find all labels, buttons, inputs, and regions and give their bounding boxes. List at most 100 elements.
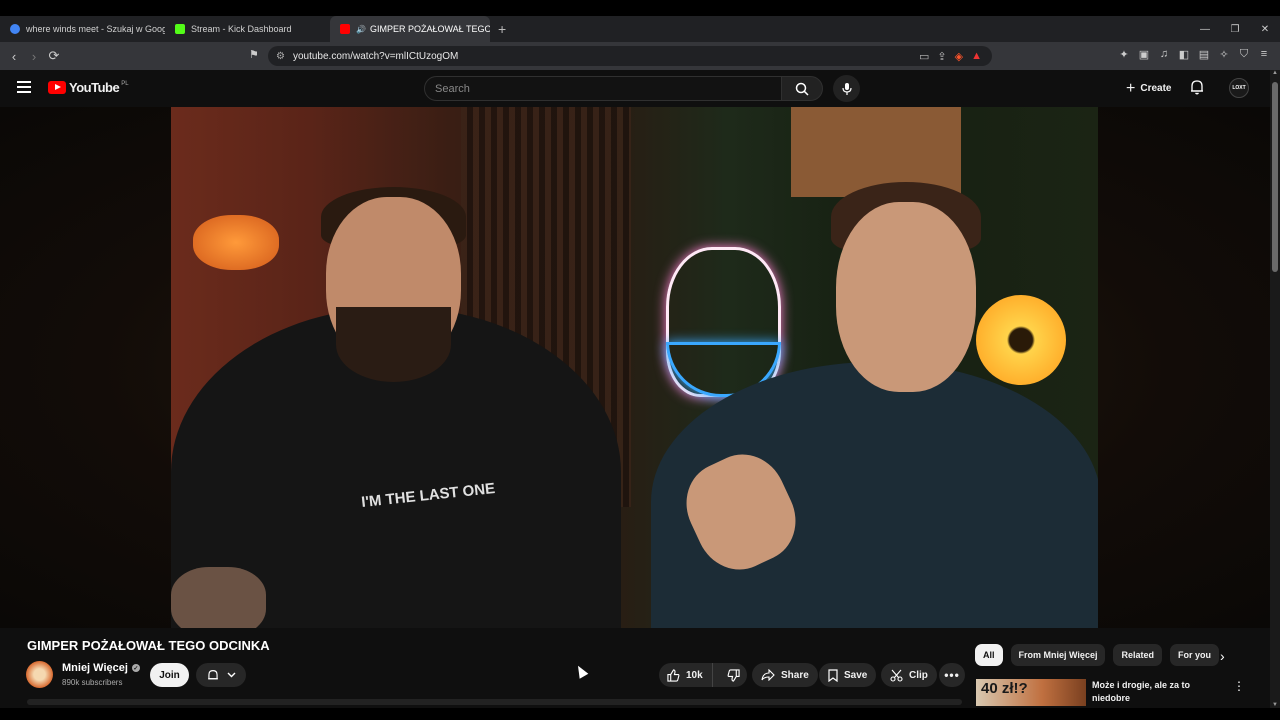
verified-icon: ✓ <box>131 664 140 672</box>
search-icon <box>795 82 809 96</box>
tab-title: where winds meet - Szukaj w Google <box>26 24 165 34</box>
clip-button[interactable]: Clip <box>881 663 937 687</box>
mouse-cursor <box>573 663 589 679</box>
create-label: Create <box>1140 83 1172 94</box>
new-tab-icon[interactable]: + <box>498 21 506 37</box>
youtube-logo[interactable]: YouTube PL <box>48 80 129 95</box>
speaker-icon[interactable]: 🔊 <box>356 25 366 34</box>
chip-from-channel[interactable]: From Mniej Więcej <box>1010 644 1106 666</box>
scrollbar-thumb[interactable] <box>1272 82 1278 272</box>
channel-avatar[interactable] <box>26 661 53 688</box>
extensions-icon[interactable]: ✦ <box>1118 48 1130 61</box>
extensions-toolbar: ✦ ▣ ♫ ◧ ▤ ✧ ⛉ ≡ <box>1118 48 1270 61</box>
recommended-video-title[interactable]: Może i drogie, ale za to niedobre <box>1092 679 1222 705</box>
notifications-button[interactable] <box>1190 79 1204 100</box>
wallet2-icon[interactable]: ▤ <box>1198 48 1210 61</box>
media-icon[interactable]: ♫ <box>1158 48 1170 61</box>
youtube-play-icon <box>48 81 66 94</box>
thumbs-down-icon <box>727 668 740 682</box>
chip-related[interactable]: Related <box>1113 644 1162 666</box>
more-vertical-icon[interactable]: ⋮ <box>1233 679 1245 693</box>
browser-tab-bar: where winds meet - Szukaj w Google Strea… <box>0 16 1280 42</box>
search-button[interactable] <box>781 76 823 101</box>
video-player[interactable]: I'M THE LAST ONE <box>171 107 1098 628</box>
guide-menu-icon[interactable] <box>17 81 31 93</box>
chevron-right-icon[interactable]: › <box>1220 648 1225 664</box>
video-frame-beard-left <box>336 307 451 382</box>
bell-icon <box>207 669 218 679</box>
like-dislike-group: 10k <box>659 663 747 687</box>
more-horizontal-icon: ••• <box>944 668 960 682</box>
bottom-strip <box>0 708 1280 720</box>
search-input[interactable] <box>435 82 735 95</box>
dislike-button[interactable] <box>719 668 747 682</box>
menu-icon[interactable]: ≡ <box>1258 48 1270 61</box>
subscriber-count: 890k subscribers <box>62 678 123 687</box>
sidebar-icon[interactable]: ◧ <box>1178 48 1190 61</box>
url-field[interactable]: ⚙ youtube.com/watch?v=mlICtUzogOM ▭ ⇪ ◈ … <box>268 46 992 66</box>
leo-ai-icon[interactable]: ✧ <box>1218 48 1230 61</box>
brave-shield-icon[interactable]: ◈ <box>955 50 963 63</box>
join-button[interactable]: Join <box>150 663 189 687</box>
window-top-strip <box>0 0 1280 16</box>
voice-search-button[interactable] <box>833 75 860 102</box>
vpn-icon[interactable]: ⛉ <box>1238 48 1250 61</box>
restore-icon[interactable]: ❐ <box>1220 24 1250 35</box>
rewards-icon[interactable]: ▲ <box>971 50 982 63</box>
chip-all[interactable]: All <box>975 644 1003 666</box>
create-button[interactable]: + Create <box>1120 77 1177 100</box>
bell-icon <box>1191 80 1203 95</box>
google-icon <box>10 24 20 34</box>
tab-google-search[interactable]: where winds meet - Szukaj w Google <box>0 16 165 42</box>
plus-icon: + <box>1126 79 1136 97</box>
channel-name-link[interactable]: Mniej Więcej ✓ <box>62 662 140 674</box>
tab-kick-dashboard[interactable]: Stream - Kick Dashboard <box>165 16 330 42</box>
minimize-icon[interactable]: — <box>1190 24 1220 35</box>
close-window-icon[interactable]: ✕ <box>1250 24 1280 35</box>
video-frame-lamp <box>193 215 279 270</box>
page-scrollbar[interactable]: ▲ ▼ <box>1270 70 1280 708</box>
site-info-icon[interactable]: ⚙ <box>276 51 285 62</box>
bookmark-save-icon <box>828 668 838 682</box>
chevron-down-icon <box>227 672 235 678</box>
share-icon <box>761 669 775 681</box>
kick-icon <box>175 24 185 34</box>
share-page-icon[interactable]: ⇪ <box>937 50 946 63</box>
scroll-up-icon[interactable]: ▲ <box>1272 70 1278 76</box>
channel-name: Mniej Więcej <box>62 662 128 674</box>
recommendation-chips: All From Mniej Więcej Related For you <box>975 644 1219 666</box>
save-label: Save <box>844 669 868 681</box>
chip-for-you[interactable]: For you <box>1169 644 1219 666</box>
share-label: Share <box>781 669 809 681</box>
video-frame-donut-lamp <box>976 295 1066 385</box>
tab-title: Stream - Kick Dashboard <box>191 24 292 34</box>
subscription-bell-button[interactable] <box>196 663 246 687</box>
clip-label: Clip <box>909 669 928 681</box>
wallet-icon[interactable]: ▣ <box>1138 48 1150 61</box>
back-icon[interactable]: ‹ <box>4 49 24 64</box>
scissors-icon <box>890 669 903 682</box>
video-frame-head-right <box>836 202 976 392</box>
video-frame-tattoo-arm <box>171 567 266 628</box>
window-controls: — ❐ ✕ <box>1190 16 1280 42</box>
forward-icon[interactable]: › <box>24 49 44 64</box>
description-box-edge <box>27 699 962 705</box>
microphone-icon <box>841 82 852 95</box>
recommended-video-thumbnail[interactable]: 40 zł!? <box>976 679 1086 706</box>
search-box[interactable] <box>424 76 782 101</box>
tab-youtube-video[interactable]: 🔊 GIMPER POŻAŁOWAŁ TEGO O ✕ <box>330 16 490 42</box>
cast-icon[interactable]: ▭ <box>919 50 929 63</box>
account-avatar[interactable]: LOXT <box>1229 78 1249 98</box>
bookmark-icon[interactable]: ⚑ <box>249 48 259 61</box>
like-button[interactable]: 10k <box>659 663 714 687</box>
address-bar-row: ‹ › ⟳ ⚑ ⚙ youtube.com/watch?v=mlICtUzogO… <box>0 42 1280 70</box>
youtube-icon <box>340 24 350 34</box>
video-frame-corkboard <box>791 107 961 197</box>
tab-title: GIMPER POŻAŁOWAŁ TEGO O <box>369 24 490 34</box>
save-button[interactable]: Save <box>819 663 877 687</box>
reload-icon[interactable]: ⟳ <box>44 48 64 64</box>
more-actions-button[interactable]: ••• <box>939 663 965 687</box>
share-button[interactable]: Share <box>752 663 818 687</box>
country-code: PL <box>121 80 129 87</box>
like-count: 10k <box>686 669 703 681</box>
